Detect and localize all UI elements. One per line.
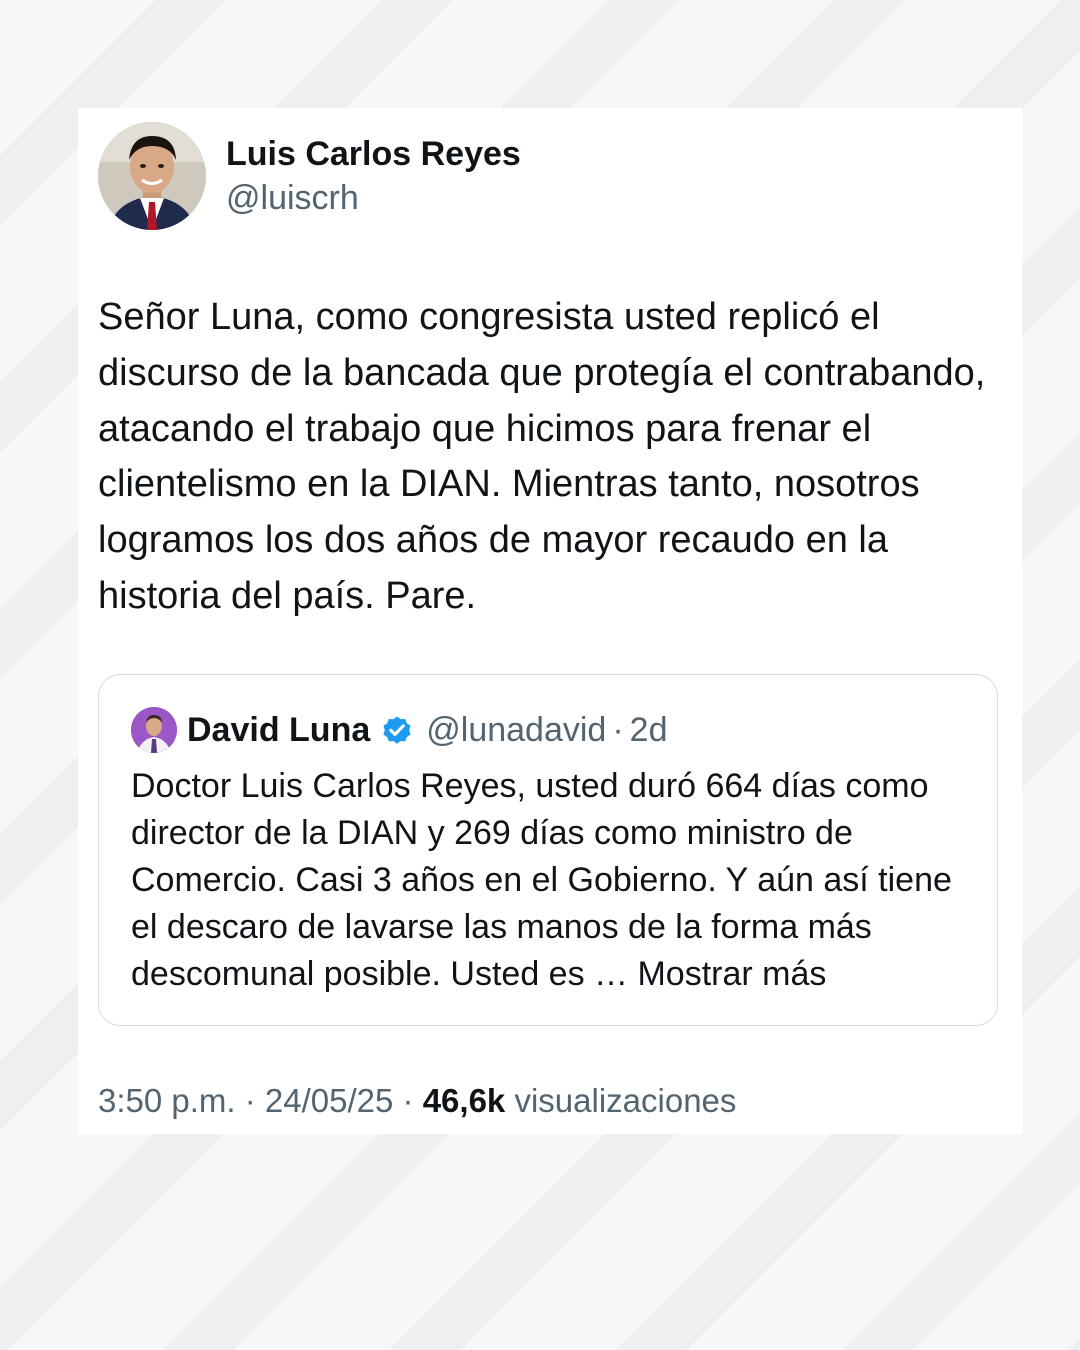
tweet-header: Luis Carlos Reyes @luiscrh (98, 122, 521, 230)
tweet-date[interactable]: 24/05/25 (265, 1082, 393, 1119)
quoted-author-avatar[interactable] (131, 707, 177, 753)
views-label: visualizaciones (505, 1082, 737, 1119)
author-avatar[interactable] (98, 122, 206, 230)
author-display-name[interactable]: Luis Carlos Reyes (226, 132, 521, 176)
author-names: Luis Carlos Reyes @luiscrh (226, 132, 521, 220)
tweet-text: Señor Luna, como congresista usted repli… (98, 296, 986, 617)
quoted-avatar-portrait (131, 707, 177, 753)
meta-separator: · (235, 1082, 265, 1119)
quoted-tweet-header: David Luna @lunadavid · 2d (131, 705, 667, 755)
quoted-tweet-text: Doctor Luis Carlos Reyes, usted duró 664… (131, 767, 952, 993)
tweet-meta: 3:50 p.m. · 24/05/25 · 46,6k visualizaci… (98, 1082, 736, 1120)
views-count: 46,6k (422, 1082, 506, 1119)
quoted-separator: · (612, 710, 624, 749)
meta-separator: · (393, 1082, 423, 1119)
quoted-timestamp[interactable]: 2d (630, 711, 668, 750)
quoted-author-handle[interactable]: @lunadavid (426, 711, 606, 750)
verified-badge-icon (383, 716, 411, 744)
tweet-card: Luis Carlos Reyes @luiscrh Señor Luna, c… (78, 108, 1022, 1134)
tweet-time[interactable]: 3:50 p.m. (98, 1082, 236, 1119)
author-handle[interactable]: @luiscrh (226, 176, 521, 220)
quoted-tweet[interactable]: David Luna @lunadavid · 2d Doctor Luis C… (98, 674, 998, 1026)
quoted-author-name[interactable]: David Luna (187, 711, 370, 750)
author-avatar-portrait (98, 122, 206, 230)
